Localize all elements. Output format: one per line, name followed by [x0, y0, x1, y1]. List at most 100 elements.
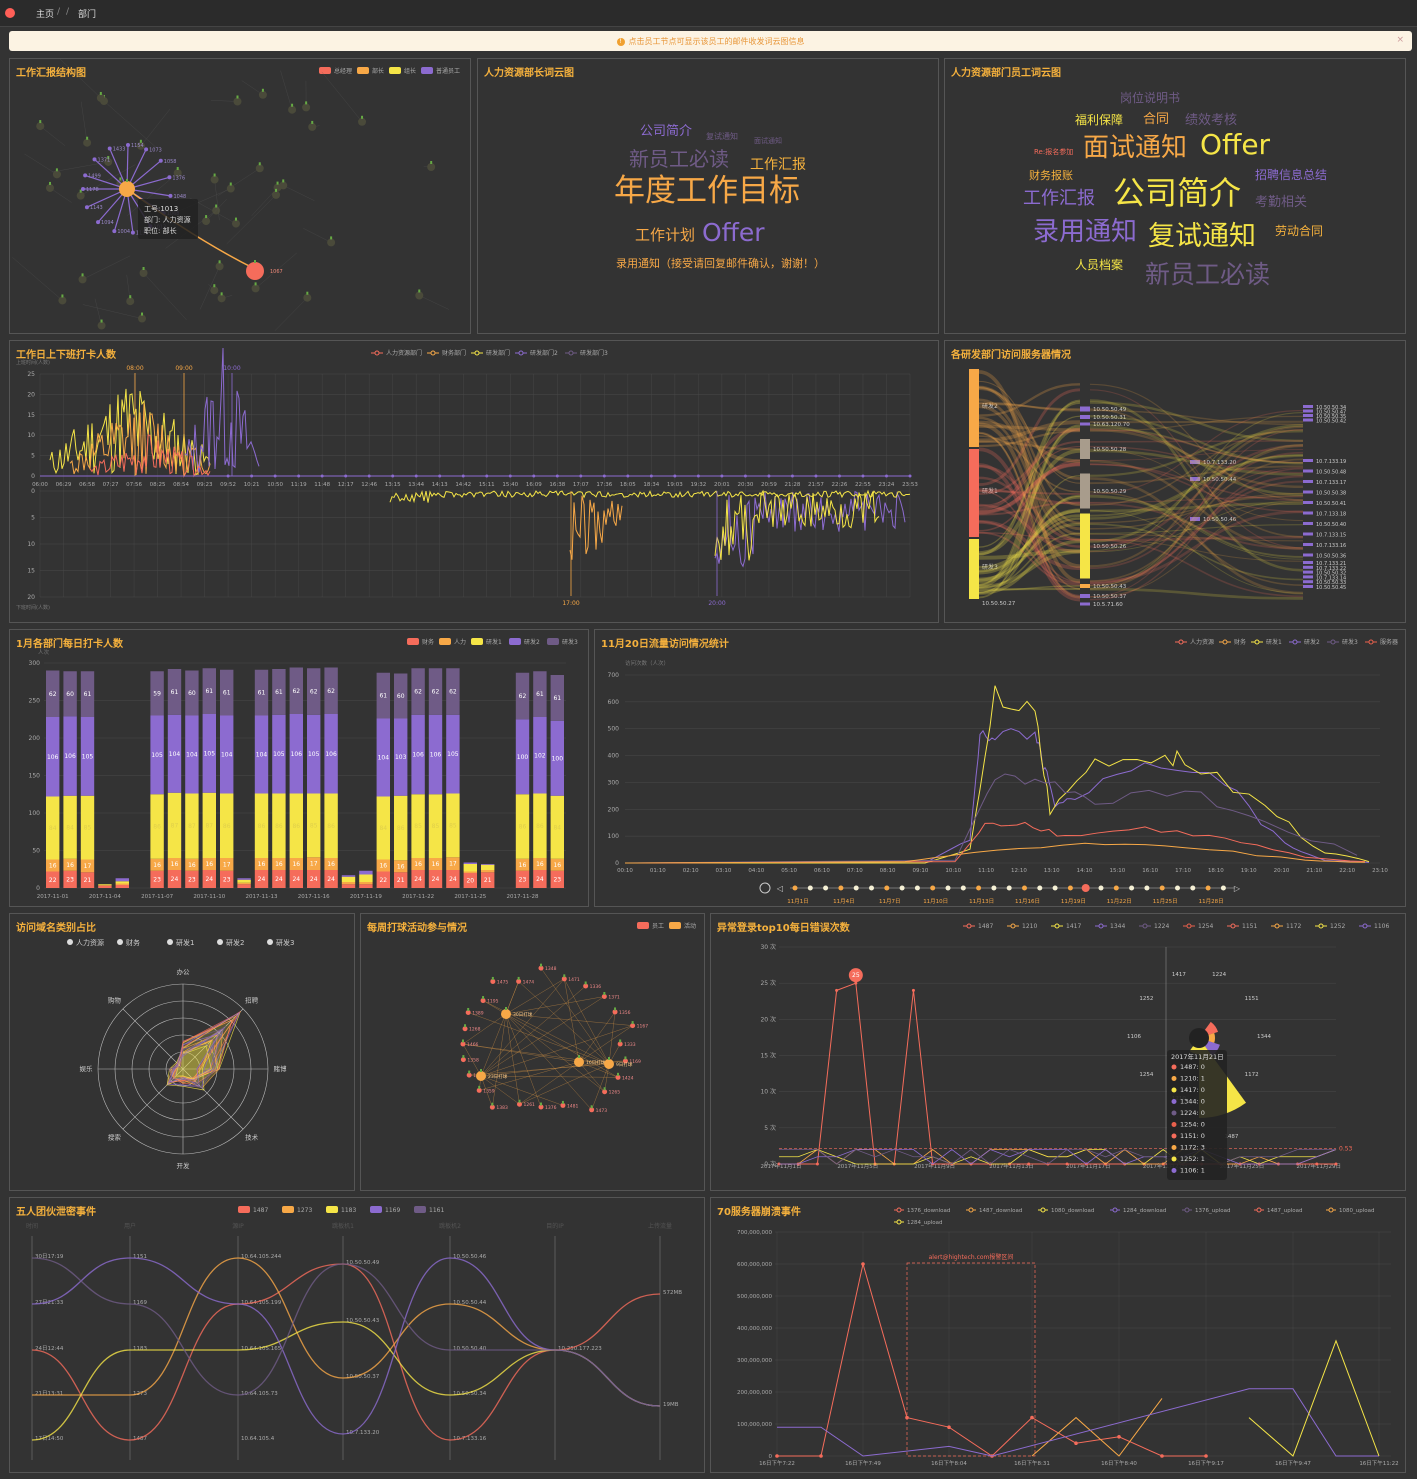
cloud-word[interactable]: 福利保障: [1075, 114, 1123, 126]
legend-marker: [1256, 1207, 1262, 1213]
radar-chart[interactable]: 人力资源 财务 研发1 研发2 研发3 办公招聘赌博技术开发 搜索 娱乐 购物: [10, 914, 355, 1191]
y-axis-title: 访问次数（人次）: [625, 659, 669, 667]
bg-pumpkin-icon: [138, 314, 147, 323]
stacked-bar-chart[interactable]: 财务 人力 研发1 研发2 研发3人次3002502001501005002216841…: [10, 630, 589, 907]
close-icon[interactable]: ×: [1396, 35, 1404, 45]
cloud-word[interactable]: 年度工作目标: [614, 176, 800, 207]
bar-segment: [481, 864, 495, 865]
tooltip-marker: [1171, 1064, 1177, 1070]
sankey-node: [1303, 418, 1313, 422]
traffic-line-chart[interactable]: 人力资源 财务 研发1 研发2 研发3 服务器访问次数（人次） 700 600 500 400 30…: [595, 630, 1406, 907]
breadcrumb-home[interactable]: 主页: [36, 7, 54, 20]
bar-data-label: 106: [325, 751, 337, 758]
x-tick-label: 13:44: [408, 482, 424, 488]
clock-chart[interactable]: 人力资源部门 财务部门 研发部门 研发部门2 研发部门3 上班时间(人数) 0 5 10 15 20…: [10, 341, 939, 623]
sankey-node-label: 10.50.50.48: [1316, 470, 1346, 476]
cloud-word[interactable]: 工作计划: [635, 228, 695, 243]
cloud-word[interactable]: 合同: [1143, 113, 1169, 126]
bar-segment: [359, 870, 373, 875]
cloud-word[interactable]: 劳动合同: [1275, 225, 1323, 237]
event-label: 9日打球: [616, 1061, 633, 1068]
legend-marker: [1010, 923, 1016, 929]
event-label: 23日打球: [488, 1073, 508, 1080]
org-graph[interactable]: 总经理 部长 组长 普通员工 1499 13711433 1154 10731058 1376 1…: [10, 59, 471, 334]
sankey-node-label: 10.7.133.19: [1316, 459, 1346, 465]
bg-pumpkin-icon: [210, 175, 219, 184]
cloud-word[interactable]: 岗位说明书: [1120, 92, 1180, 104]
staff-wordcloud-panel: 人力资源部门员工词云图 岗位说明书 福利保障 合同 绩效考核 Re:报名参加 面试通知 Of…: [944, 58, 1406, 334]
cloud-word[interactable]: 绩效考核: [1185, 114, 1237, 127]
x-tick-label: 04:10: [748, 868, 764, 874]
cloud-word[interactable]: 人员档案: [1075, 259, 1123, 271]
cloud-word[interactable]: 财务报账: [1029, 170, 1073, 181]
cloud-word[interactable]: Re:报名参加: [1034, 149, 1073, 156]
crash-line-chart[interactable]: 1376_download 1487_download 1080_download 1…: [711, 1198, 1406, 1473]
bar-data-label: 16: [519, 862, 527, 869]
bar-data-label: 87: [171, 822, 179, 829]
bar-segment: [341, 876, 356, 882]
cloud-word[interactable]: Offer: [1200, 131, 1270, 159]
legend-marker: [117, 939, 123, 945]
timeline-dot: [838, 885, 844, 891]
legend-label: 1169: [385, 1207, 400, 1214]
activity-graph[interactable]: 员工 活动133311691424126514731481137612611383…: [361, 914, 705, 1191]
org-node: [158, 158, 163, 163]
parallel-tick: 21日13:31: [35, 1390, 63, 1397]
cloud-word[interactable]: 复试通知: [706, 133, 738, 141]
stem: [603, 1087, 606, 1091]
cloud-word[interactable]: 考勤相关: [1255, 196, 1307, 209]
stem: [480, 1069, 482, 1072]
timeline-dot: [853, 885, 859, 891]
cloud-word[interactable]: 面试通知: [754, 138, 782, 145]
cloud-word[interactable]: 招聘信息总结: [1255, 169, 1327, 181]
cloud-word[interactable]: Offer: [702, 220, 765, 245]
top-nav: 主页 / / 部门: [0, 0, 1417, 27]
bar-data-label: 62: [519, 693, 527, 700]
bar-data-label: 24: [205, 876, 213, 883]
sankey-chart[interactable]: 研发2研发1研发310.50.50.2710.50.50.4910.50.50.…: [945, 341, 1406, 623]
cloud-word[interactable]: 公司简介: [640, 125, 692, 138]
y-tick-label: 15 次: [760, 1052, 776, 1060]
cloud-word[interactable]: 新员工必读: [629, 149, 729, 169]
stem: [81, 273, 84, 277]
cloud-word[interactable]: 复试通知: [1148, 223, 1256, 250]
timeline-label: 11月4日: [833, 898, 855, 905]
cloud-word[interactable]: 录用通知: [1033, 219, 1137, 245]
legend-label: 研发1: [486, 638, 502, 646]
bar-data-label: 60: [188, 690, 196, 697]
bg-pumpkin-icon: [327, 238, 336, 247]
bar-data-label: 61: [536, 691, 544, 698]
parallel-coords-chart[interactable]: 1487 1273 1183 1169 1161 时间 用户 源IP 跳板机1 跳板机2 目的IP 上…: [10, 1198, 705, 1473]
ball-edge: [519, 1061, 580, 1105]
cloud-word[interactable]: 录用通知（接受请回复邮件确认，谢谢！）: [616, 258, 825, 269]
cloud-word[interactable]: 工作汇报: [1023, 190, 1095, 208]
timeline-label: 11月7日: [879, 898, 901, 905]
x-tick-label: 16日下午11:22: [1359, 1459, 1398, 1467]
bar-data-label: 21: [484, 877, 492, 884]
cloud-word[interactable]: 公司简介: [1113, 177, 1241, 209]
x-tick-label: 23:24: [879, 482, 895, 488]
timeline-dot: [1144, 885, 1150, 891]
event-node-icon: [501, 1009, 511, 1019]
stem: [464, 1024, 467, 1028]
sankey-node: [1303, 553, 1313, 557]
y-tick-label: 0: [36, 885, 40, 892]
cloud-word[interactable]: 工作汇报: [750, 158, 806, 172]
ball-activity-panel: 每周打球活动参与情况 员工 活动 1333 1169 1424 1265 1473 1481 1…: [360, 913, 705, 1191]
cloud-word[interactable]: 新员工必读: [1145, 262, 1270, 287]
legend-marker: [374, 350, 380, 356]
app-logo-icon[interactable]: [5, 8, 15, 18]
breadcrumb-department[interactable]: 部门: [78, 7, 96, 20]
legend-marker: [217, 939, 223, 945]
stem: [229, 182, 232, 186]
org-node-label: 1178: [86, 187, 99, 193]
cloud-word[interactable]: 面试通知: [1083, 135, 1187, 161]
rose-label: 1252: [1139, 996, 1153, 1002]
errors-line-chart[interactable]: 1487 1210 1417 1344 1224 1254 1151 1172 1252 1106…: [711, 914, 1406, 1191]
bar-data-label: 17: [223, 861, 231, 868]
baseline-point: [814, 474, 818, 478]
tooltip-line: 1252: 1: [1180, 1155, 1205, 1163]
markline-label: 10:00: [223, 365, 240, 372]
bar-data-label: 85: [432, 823, 440, 830]
x-tick-label: 01:10: [650, 868, 666, 874]
